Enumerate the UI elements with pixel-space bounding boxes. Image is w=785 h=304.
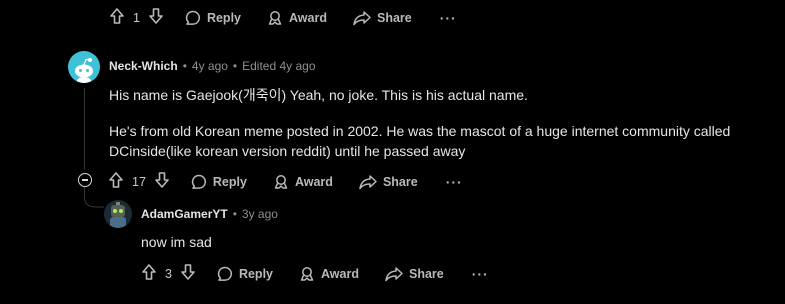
vote-group: 17	[109, 172, 169, 191]
downvote-icon[interactable]	[181, 264, 195, 283]
share-icon	[353, 10, 371, 26]
parent-comment-actions: 1 Reply Award Share ···	[110, 8, 457, 27]
vote-count: 3	[165, 266, 172, 281]
award-label: Award	[294, 174, 333, 189]
share-icon	[359, 174, 377, 190]
thread-line[interactable]	[84, 88, 85, 170]
minus-icon	[82, 179, 88, 181]
more-options-button[interactable]: ···	[472, 266, 489, 282]
comment-meta: Neck-Which • 4y ago • Edited 4y ago	[109, 59, 316, 73]
comment-actions: 17 Reply Award Share ···	[109, 172, 463, 191]
more-options-icon: ···	[445, 173, 463, 190]
username[interactable]: AdamGamerYT	[141, 207, 228, 221]
comment-actions: 3 Reply Award Share ···	[142, 264, 489, 283]
share-icon	[385, 266, 403, 282]
reply-label: Reply	[212, 174, 247, 189]
comment-age[interactable]: 4y ago	[192, 59, 228, 73]
comment-age[interactable]: 3y ago	[242, 207, 278, 221]
share-label: Share	[376, 10, 412, 25]
upvote-icon[interactable]	[110, 8, 124, 27]
award-icon	[273, 174, 289, 190]
award-label: Award	[289, 10, 327, 25]
award-button[interactable]: Award	[267, 10, 327, 26]
comment-thread: 1 Reply Award Share ··· Neck-Which • 4y …	[0, 0, 785, 304]
reply-button[interactable]: Reply	[191, 174, 247, 190]
robot-avatar-icon	[104, 200, 132, 228]
share-button[interactable]: Share	[359, 174, 418, 190]
award-label: Award	[321, 266, 359, 281]
reply-icon	[217, 266, 233, 282]
reply-label: Reply	[238, 266, 273, 281]
share-label: Share	[408, 266, 444, 281]
collapse-thread-button[interactable]	[78, 173, 92, 187]
avatar[interactable]	[104, 200, 132, 228]
share-label: Share	[382, 174, 418, 189]
separator: •	[232, 207, 237, 221]
comment-body: He's from old Korean meme posted in 2002…	[109, 123, 731, 159]
reply-icon	[191, 174, 207, 190]
reply-button[interactable]: Reply	[185, 10, 241, 26]
award-icon	[267, 10, 283, 26]
award-button[interactable]: Award	[273, 174, 333, 190]
vote-group: 3	[142, 264, 195, 283]
snoo-avatar-icon	[75, 58, 93, 83]
reply-icon	[185, 10, 201, 26]
reply-button[interactable]: Reply	[217, 266, 273, 282]
avatar[interactable]	[68, 51, 100, 83]
reply-label: Reply	[206, 10, 241, 25]
comment-body: His name is Gaejook(개죽이) Yeah, no joke. …	[109, 87, 528, 103]
award-button[interactable]: Award	[299, 266, 359, 282]
vote-count: 1	[133, 10, 140, 25]
more-options-icon: ···	[471, 265, 489, 282]
vote-count: 17	[132, 174, 146, 189]
more-options-icon: ···	[439, 9, 457, 26]
award-icon	[299, 266, 315, 282]
downvote-icon[interactable]	[155, 172, 169, 191]
vote-group: 1	[110, 8, 163, 27]
comment-meta: AdamGamerYT • 3y ago	[141, 207, 278, 221]
thread-connector	[84, 187, 104, 208]
separator: •	[232, 59, 238, 73]
username[interactable]: Neck-Which	[109, 59, 178, 73]
downvote-icon[interactable]	[149, 8, 163, 27]
share-button[interactable]: Share	[353, 10, 412, 26]
more-options-button[interactable]: ···	[440, 10, 457, 26]
more-options-button[interactable]: ···	[446, 174, 463, 190]
comment-body: now im sad	[141, 234, 212, 250]
share-button[interactable]: Share	[385, 266, 444, 282]
upvote-icon[interactable]	[142, 264, 156, 283]
edited-label: Edited 4y ago	[242, 59, 316, 73]
separator: •	[182, 59, 187, 73]
upvote-icon[interactable]	[109, 172, 123, 191]
